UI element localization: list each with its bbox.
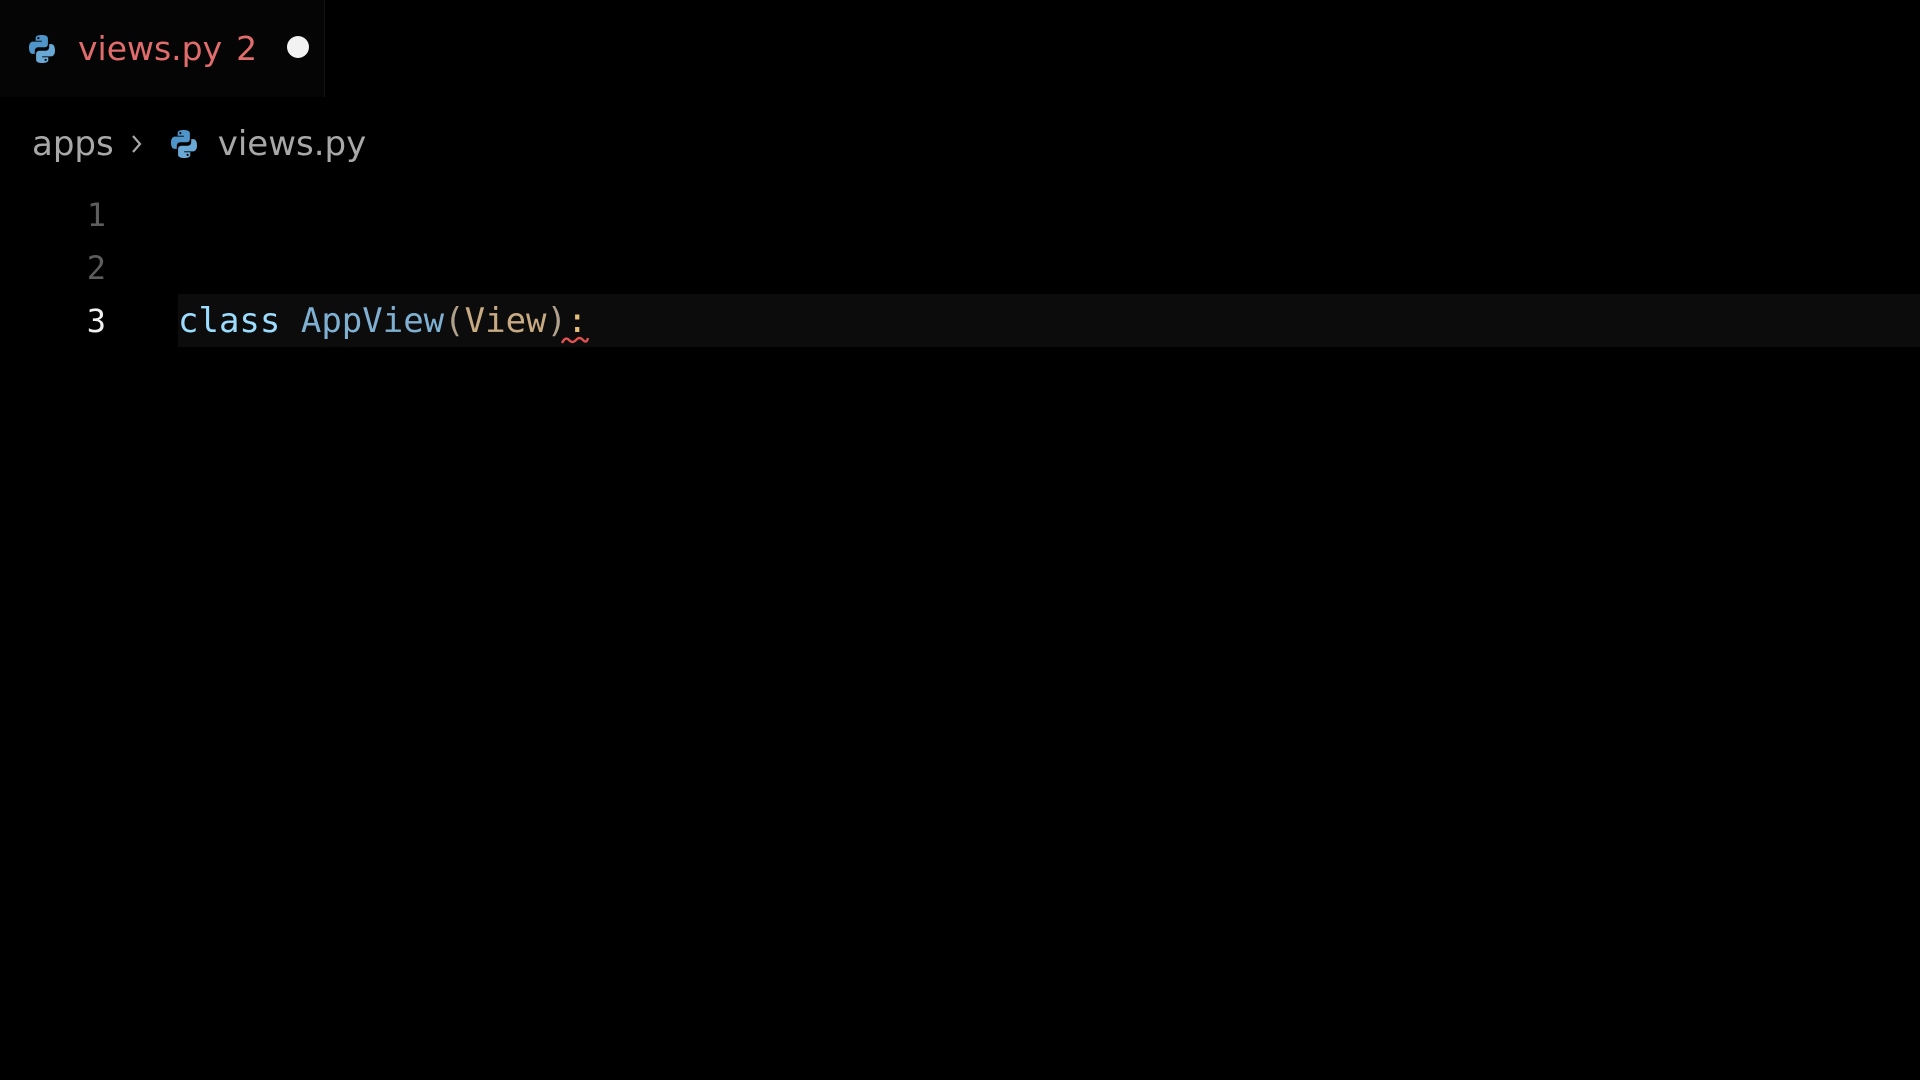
breadcrumb: apps views.py — [32, 118, 366, 170]
problem-count-badge: 2 — [236, 29, 258, 68]
line-number: 3 — [86, 301, 106, 340]
paren-open-token: ( — [444, 300, 465, 341]
python-icon — [26, 33, 58, 65]
chevron-right-icon — [130, 133, 144, 155]
code-line-current[interactable]: 3 class AppView(View): — [0, 294, 1920, 347]
code-line[interactable]: 1 — [0, 188, 1920, 241]
breadcrumb-item-views-py[interactable]: views.py — [218, 124, 367, 164]
python-icon — [168, 128, 200, 160]
line-content[interactable] — [178, 241, 1920, 294]
tab-label: views.py — [78, 29, 223, 68]
class-name-token: AppView — [300, 300, 445, 341]
error-squiggle-icon — [561, 336, 589, 344]
colon-token: : — [561, 301, 589, 344]
editor-window: views.py 2 apps views.py 1 2 3 class App… — [0, 0, 1920, 1080]
line-number: 1 — [86, 195, 106, 234]
code-line[interactable]: 2 — [0, 241, 1920, 294]
line-content[interactable] — [178, 188, 1920, 241]
code-editor[interactable]: 1 2 3 class AppView(View): — [0, 188, 1920, 1080]
tab-bar: views.py 2 — [0, 0, 1920, 97]
keyword-token: class — [178, 300, 281, 341]
breadcrumb-item-apps[interactable]: apps — [32, 124, 114, 164]
line-number: 2 — [86, 248, 106, 287]
base-class-token: View — [464, 300, 547, 341]
tab-views-py[interactable]: views.py 2 — [0, 0, 325, 97]
unsaved-dot-icon[interactable] — [287, 35, 310, 58]
line-content[interactable]: class AppView(View): — [178, 294, 1920, 347]
